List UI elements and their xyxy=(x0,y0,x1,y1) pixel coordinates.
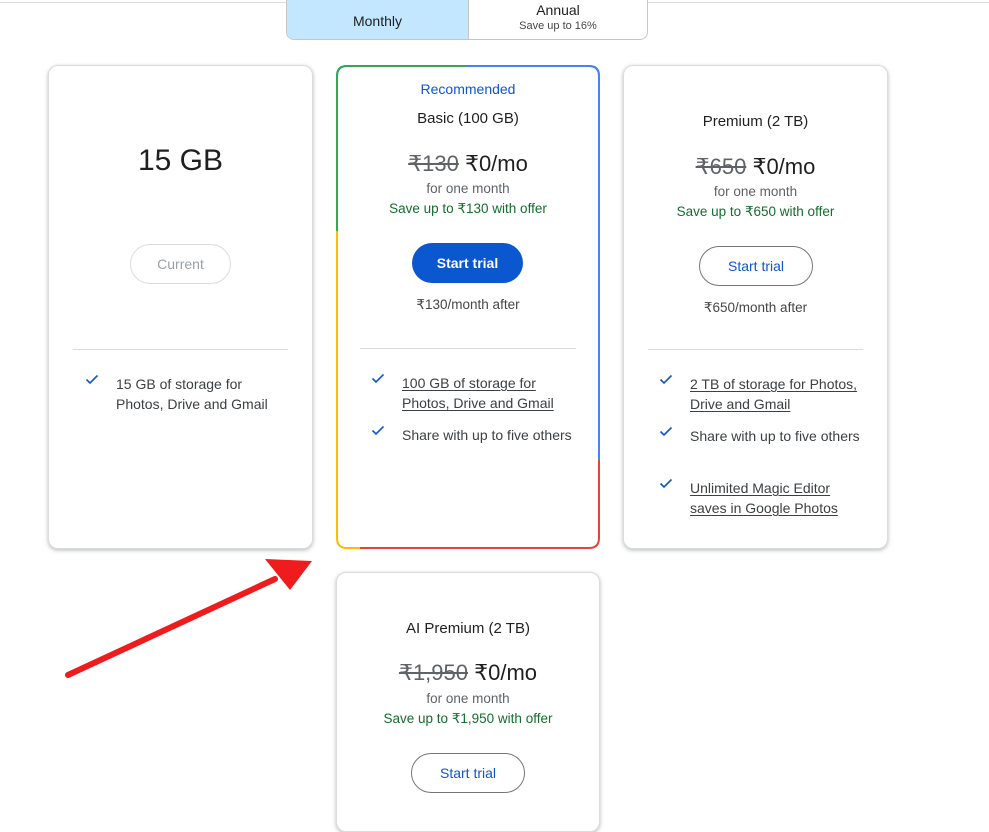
plan-card-free: 15 GB Current 15 GB of storage for Photo… xyxy=(48,65,313,549)
plan-card-basic: Recommended Basic (100 GB) ₹130 ₹0/mo fo… xyxy=(336,65,600,549)
annotation-arrow-icon xyxy=(65,559,312,678)
original-price: ₹1,950 xyxy=(398,660,469,685)
monthly-label: Monthly xyxy=(352,13,403,29)
plan-card-ai-premium: AI Premium (2 TB) ₹1,950 ₹0/mo for one m… xyxy=(336,572,600,832)
feature-link[interactable]: Unlimited Magic Editor saves in Google P… xyxy=(690,478,865,518)
price-after-trial: ₹130/month after xyxy=(416,297,520,312)
check-icon xyxy=(371,373,385,384)
plan-price: ₹1,950 ₹0/mo xyxy=(337,660,599,686)
offer-period: for one month xyxy=(426,691,510,706)
offer-price: ₹0/mo xyxy=(474,660,538,685)
original-price: ₹650 xyxy=(695,154,747,179)
plan-price: ₹650 ₹0/mo xyxy=(624,154,887,180)
check-icon xyxy=(85,374,99,385)
current-plan-button[interactable]: Current xyxy=(130,244,231,284)
offer-savings: Save up to ₹130 with offer xyxy=(389,201,547,216)
annual-savings-note: Save up to 16% xyxy=(519,20,597,32)
feature-link[interactable]: 100 GB of storage for Photos, Drive and … xyxy=(402,373,577,413)
feature-text: 15 GB of storage for Photos, Drive and G… xyxy=(116,376,268,412)
offer-period: for one month xyxy=(426,181,510,196)
start-trial-button[interactable]: Start trial xyxy=(699,246,813,286)
check-icon xyxy=(371,425,385,436)
feature-text: Share with up to five others xyxy=(690,428,860,444)
feature-text: Share with up to five others xyxy=(402,427,572,443)
card-divider xyxy=(648,349,863,350)
check-icon xyxy=(659,478,673,489)
annual-option[interactable]: Annual Save up to 16% xyxy=(469,0,647,39)
plan-storage: 15 GB xyxy=(137,144,224,177)
card-divider xyxy=(360,348,576,349)
plan-price: ₹130 ₹0/mo xyxy=(336,151,600,177)
annual-label: Annual xyxy=(536,2,580,18)
original-price: ₹130 xyxy=(408,151,459,176)
offer-period: for one month xyxy=(713,184,798,199)
billing-period-toggle: Monthly Annual Save up to 16% xyxy=(286,0,648,40)
feature-link[interactable]: 2 TB of storage for Photos, Drive and Gm… xyxy=(690,374,865,414)
monthly-option[interactable]: Monthly xyxy=(287,0,469,39)
recommended-label: Recommended xyxy=(420,81,516,97)
plan-card-premium: Premium (2 TB) ₹650 ₹0/mo for one month … xyxy=(623,65,888,549)
plan-name: AI Premium (2 TB) xyxy=(406,620,530,637)
card-divider xyxy=(73,349,288,350)
plan-name: Basic (100 GB) xyxy=(417,110,519,127)
offer-savings: Save up to ₹650 with offer xyxy=(676,204,835,219)
check-icon xyxy=(659,426,673,437)
start-trial-button[interactable]: Start trial xyxy=(412,243,523,283)
offer-savings: Save up to ₹1,950 with offer xyxy=(383,711,553,726)
offer-price: ₹0/mo xyxy=(752,154,816,179)
start-trial-button[interactable]: Start trial xyxy=(411,753,525,793)
offer-price: ₹0/mo xyxy=(464,151,528,176)
plan-name: Premium (2 TB) xyxy=(702,113,809,130)
price-after-trial: ₹650/month after xyxy=(703,300,808,315)
check-icon xyxy=(659,374,673,385)
